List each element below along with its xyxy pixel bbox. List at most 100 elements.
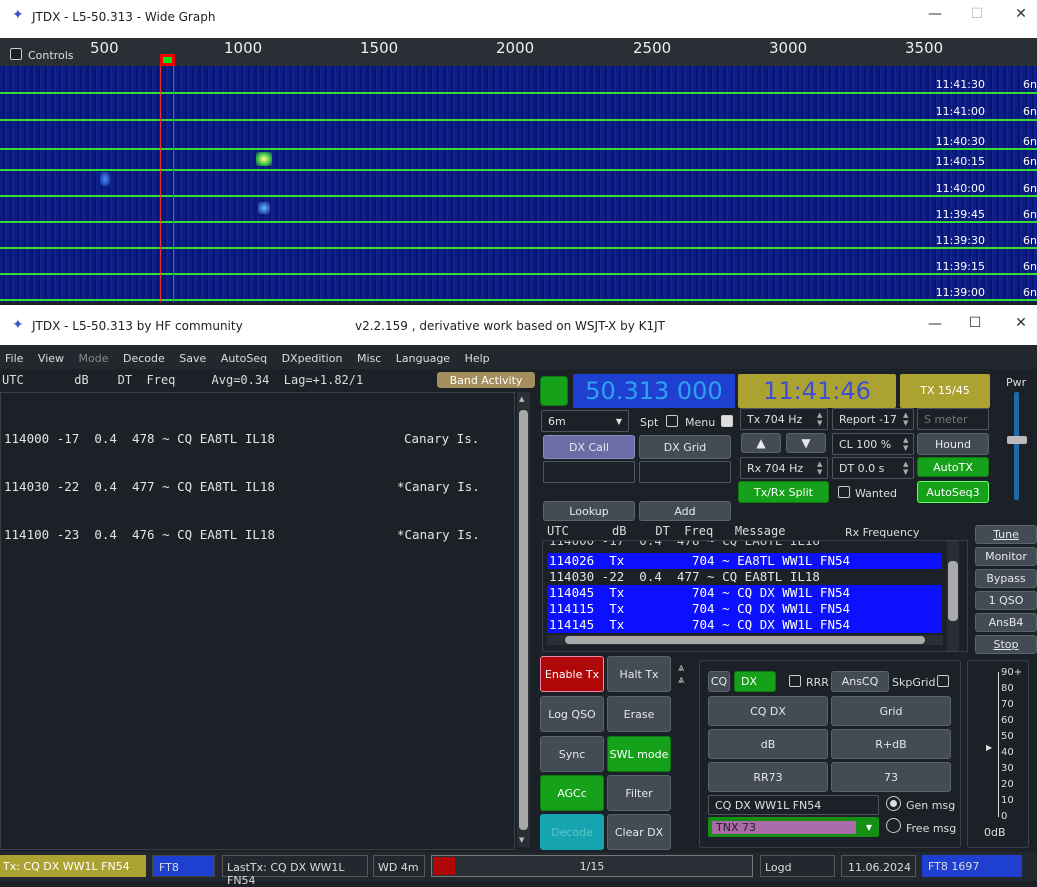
close-icon[interactable]: ✕ — [1006, 6, 1036, 22]
one-qso-button[interactable]: 1 QSO — [975, 591, 1037, 610]
close-icon[interactable]: ✕ — [1006, 315, 1036, 331]
list-item[interactable]: 114026 Tx 704 ~ EA8TL WW1L FN54 — [547, 553, 942, 569]
list-item[interactable]: 114115 Tx 704 ~ CQ DX WW1L FN54 — [547, 601, 942, 617]
maximize-icon[interactable]: ☐ — [962, 6, 992, 22]
up-arrow-button[interactable]: ▲ — [741, 433, 781, 453]
gen-msg-field[interactable]: CQ DX WW1L FN54 — [708, 795, 879, 815]
menu-view[interactable]: View — [38, 352, 64, 365]
smeter-field[interactable]: S meter — [917, 408, 989, 430]
rx-vscrollbar[interactable] — [947, 541, 959, 651]
spin-arrows-icon[interactable]: ▲ ▼ — [817, 411, 825, 427]
scroll-thumb[interactable] — [565, 636, 925, 644]
spin-arrows-icon[interactable]: ▲ ▼ — [903, 411, 911, 427]
band-select[interactable]: 6m ▼ — [541, 410, 629, 432]
menu-decode[interactable]: Decode — [123, 352, 165, 365]
spin-arrows-icon[interactable]: ▲ ▼ — [903, 436, 911, 452]
list-item[interactable]: 114145 Tx 704 ~ CQ DX WW1L FN54 — [547, 617, 942, 633]
r-db-msg-button[interactable]: R+dB — [831, 729, 951, 759]
rrr-checkbox[interactable] — [789, 675, 801, 687]
dt-spinbox[interactable]: DT 0.0 s ▲ ▼ — [832, 457, 914, 479]
cl-spinbox[interactable]: CL 100 % ▲ ▼ — [832, 433, 914, 455]
decode-button[interactable]: Decode — [540, 814, 604, 850]
list-item[interactable]: 114030 -22 0.4 477 ~ CQ EA8TL IL18 *Canar… — [4, 479, 514, 495]
rx-hscrollbar[interactable] — [547, 635, 943, 645]
autotx-button[interactable]: AutoTX — [917, 457, 989, 477]
dx-call-button[interactable]: DX Call — [543, 435, 635, 459]
free-msg-radio[interactable] — [886, 818, 901, 833]
menu-help[interactable]: Help — [465, 352, 490, 365]
hound-button[interactable]: Hound — [917, 433, 989, 455]
skpgrid-checkbox[interactable] — [937, 675, 949, 687]
db-msg-button[interactable]: dB — [708, 729, 828, 759]
dx-grid-input[interactable] — [639, 461, 731, 483]
spt-checkbox[interactable] — [666, 415, 678, 427]
band-activity-scrollbar[interactable]: ▲ ▼ — [517, 392, 530, 847]
tune-button[interactable]: Tune — [975, 525, 1037, 544]
menu-misc[interactable]: Misc — [357, 352, 381, 365]
73-msg-button[interactable]: 73 — [831, 762, 951, 792]
menu-file[interactable]: File — [5, 352, 23, 365]
filter-button[interactable]: Filter — [607, 775, 671, 811]
spin-arrows-icon[interactable]: ▲ ▼ — [817, 460, 825, 476]
list-item[interactable]: 114100 -23 0.4 476 ~ CQ EA8TL IL18 *Canar… — [4, 527, 514, 543]
enable-tx-button[interactable]: Enable Tx — [540, 656, 604, 692]
sync-button[interactable]: Sync — [540, 736, 604, 772]
minimize-icon[interactable]: — — [920, 316, 950, 332]
menu-save[interactable]: Save — [179, 352, 206, 365]
menu-dxpedition[interactable]: DXpedition — [282, 352, 343, 365]
scroll-down-icon[interactable]: ▼ — [519, 836, 524, 844]
list-item[interactable]: 114045 Tx 704 ~ CQ DX WW1L FN54 — [547, 585, 942, 601]
cq-button[interactable]: CQ — [708, 671, 730, 692]
dropdown-icon[interactable]: ▼ — [866, 823, 872, 832]
clear-dx-button[interactable]: Clear DX — [607, 814, 671, 850]
tx-freq-spinbox[interactable]: Tx 704 Hz ▲ ▼ — [740, 408, 828, 430]
dx-grid-button[interactable]: DX Grid — [639, 435, 731, 459]
autoseq3-button[interactable]: AutoSeq3 — [917, 481, 989, 503]
anscq-button[interactable]: AnsCQ — [831, 671, 889, 692]
stop-button[interactable]: Stop — [975, 635, 1037, 654]
swl-mode-button[interactable]: SWL mode — [607, 736, 671, 772]
pwr-slider-handle[interactable] — [1007, 436, 1027, 444]
swap-arrows-icon[interactable]: ⩓ ⩓ — [678, 662, 684, 686]
cq-dx-msg-button[interactable]: CQ DX — [708, 696, 828, 726]
spin-arrows-icon[interactable]: ▲ ▼ — [903, 460, 911, 476]
controls-checkbox[interactable] — [10, 48, 22, 60]
waterfall[interactable]: 11:41:30 11:41:00 11:40:30 11:40:15 11:4… — [0, 66, 1037, 302]
pwr-slider-track[interactable] — [1014, 392, 1019, 500]
grid-msg-button[interactable]: Grid — [831, 696, 951, 726]
free-msg-field[interactable]: TNX 73 ▼ — [708, 817, 879, 837]
frequency-display[interactable]: 50.313 000 — [573, 374, 735, 408]
monitor-button[interactable]: Monitor — [975, 547, 1037, 566]
rx-freq-spinbox[interactable]: Rx 704 Hz ▲ ▼ — [740, 457, 828, 479]
erase-button[interactable]: Erase — [607, 696, 671, 732]
down-arrow-button[interactable]: ▼ — [786, 433, 826, 453]
dx-button[interactable]: DX — [734, 671, 776, 692]
tx-rx-split-button[interactable]: Tx/Rx Split — [738, 481, 829, 503]
add-button[interactable]: Add — [639, 501, 731, 521]
ansb4-button[interactable]: AnsB4 — [975, 613, 1037, 632]
maximize-icon[interactable]: ☐ — [960, 315, 990, 331]
report-spinbox[interactable]: Report -17 ▲ ▼ — [832, 408, 914, 430]
minimize-icon[interactable]: — — [920, 6, 950, 22]
menu-autoseq[interactable]: AutoSeq — [221, 352, 267, 365]
rr73-msg-button[interactable]: RR73 — [708, 762, 828, 792]
tx-marker[interactable] — [160, 54, 175, 66]
menu-language[interactable]: Language — [396, 352, 450, 365]
list-item[interactable]: 114030 -22 0.4 477 ~ CQ EA8TL IL18 — [549, 569, 820, 585]
list-item[interactable]: 114000 -17 0.4 478 ~ CQ EA8TL IL18 — [549, 541, 820, 549]
scroll-thumb[interactable] — [948, 561, 958, 621]
dx-call-input[interactable] — [543, 461, 635, 483]
agcc-button[interactable]: AGCc — [540, 775, 604, 811]
gen-msg-radio[interactable] — [886, 796, 901, 811]
halt-tx-button[interactable]: Halt Tx — [607, 656, 671, 692]
log-qso-button[interactable]: Log QSO — [540, 696, 604, 732]
lookup-button[interactable]: Lookup — [543, 501, 635, 521]
bypass-button[interactable]: Bypass — [975, 569, 1037, 588]
band-activity-button[interactable]: Band Activity — [437, 372, 535, 388]
menu-mode[interactable]: Mode — [79, 352, 109, 365]
scroll-up-icon[interactable]: ▲ — [519, 395, 524, 403]
scroll-thumb[interactable] — [519, 410, 528, 830]
wanted-checkbox[interactable] — [838, 486, 850, 498]
list-item[interactable]: 114000 -17 0.4 478 ~ CQ EA8TL IL18 Canary… — [4, 431, 514, 447]
menu-checkbox[interactable] — [721, 415, 733, 427]
